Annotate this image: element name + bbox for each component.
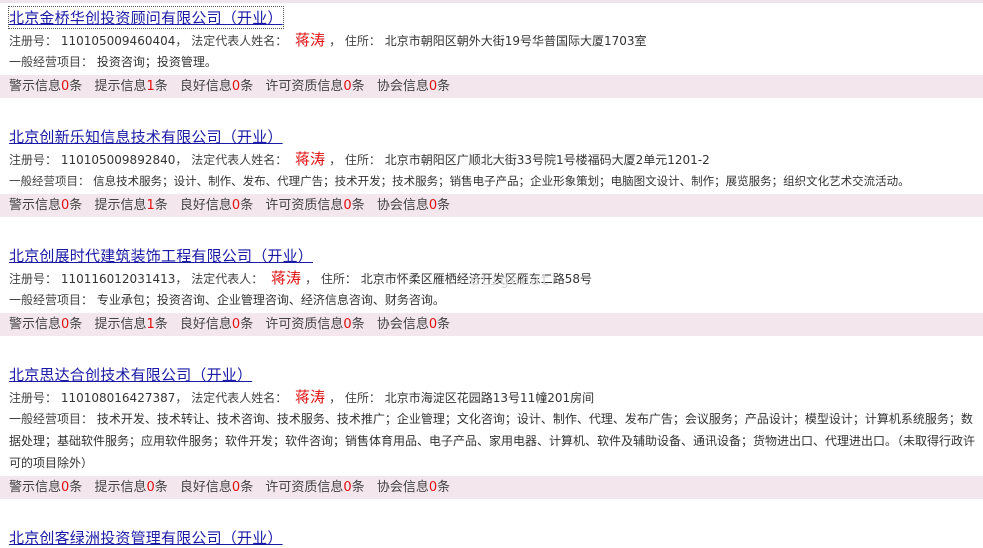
reg-no-label: 注册号： bbox=[9, 272, 58, 286]
scope-value: 投资咨询；投资管理。 bbox=[96, 55, 217, 69]
scope-value: 信息技术服务；设计、制作、发布、代理广告；技术开发；技术服务；销售电子产品；企业… bbox=[93, 174, 910, 188]
registration-line: 注册号： 110105009460404， 法定代表人姓名： 蒋涛， 住所： 北… bbox=[9, 31, 647, 49]
license-info-stat[interactable]: 许可资质信息0条 bbox=[265, 79, 364, 94]
good-info-stat[interactable]: 良好信息0条 bbox=[180, 79, 253, 94]
stats-bar: 警示信息0条 提示信息0条 良好信息0条 许可资质信息0条 协会信息0条 bbox=[0, 476, 983, 499]
top-divider bbox=[0, 0, 983, 3]
hint-info-stat[interactable]: 提示信息1条 bbox=[94, 198, 167, 213]
scope-label: 一般经营项目： bbox=[9, 55, 94, 69]
warn-info-stat[interactable]: 警示信息0条 bbox=[9, 79, 82, 94]
legal-rep-label: 法定代表人姓名： bbox=[191, 34, 288, 48]
address-label: 住所： bbox=[344, 34, 381, 48]
scope-line: 一般经营项目： 投资咨询；投资管理。 bbox=[9, 51, 975, 73]
good-info-stat[interactable]: 良好信息0条 bbox=[180, 480, 253, 495]
company-name-link[interactable]: 北京金桥华创投资顾问有限公司（开业） bbox=[8, 6, 284, 29]
scope-line: 一般经营项目： 信息技术服务；设计、制作、发布、代理广告；技术开发；技术服务；销… bbox=[9, 170, 975, 192]
reg-no-value: 110105009460404 bbox=[60, 34, 176, 48]
scope-value: 专业承包；投资咨询、企业管理咨询、经济信息咨询、财务咨询。 bbox=[96, 293, 445, 307]
scope-label: 一般经营项目： bbox=[9, 174, 90, 188]
reg-no-label: 注册号： bbox=[9, 34, 58, 48]
legal-rep-name: 蒋涛 bbox=[295, 31, 326, 49]
reg-no-label: 注册号： bbox=[9, 391, 58, 405]
legal-rep-label: 法定代表人姓名： bbox=[191, 153, 288, 167]
assoc-info-stat[interactable]: 协会信息0条 bbox=[377, 198, 450, 213]
assoc-info-stat[interactable]: 协会信息0条 bbox=[377, 79, 450, 94]
license-info-stat[interactable]: 许可资质信息0条 bbox=[265, 198, 364, 213]
address-label: 住所： bbox=[344, 391, 381, 405]
scope-label: 一般经营项目： bbox=[9, 412, 94, 426]
legal-rep-name: 蒋涛 bbox=[295, 388, 326, 406]
address-value: 北京市海淀区花园路13号11幢201房间 bbox=[384, 391, 595, 405]
legal-rep-label: 法定代表人姓名： bbox=[191, 391, 288, 405]
license-info-stat[interactable]: 许可资质信息0条 bbox=[265, 317, 364, 332]
company-name-link[interactable]: 北京创展时代建筑装饰工程有限公司（开业） bbox=[9, 245, 313, 266]
legal-rep-name: 蒋涛 bbox=[271, 269, 302, 287]
reg-no-value: 110105009892840 bbox=[60, 153, 176, 167]
company-name-link[interactable]: 北京思达合创技术有限公司（开业） bbox=[9, 364, 252, 385]
reg-no-value: 110108016427387 bbox=[60, 391, 176, 405]
registration-line: 注册号： 110105009892840， 法定代表人姓名： 蒋涛， 住所： 北… bbox=[9, 150, 710, 168]
stats-bar: 警示信息0条 提示信息1条 良好信息0条 许可资质信息0条 协会信息0条 bbox=[0, 313, 983, 336]
address-value: 北京市朝阳区广顺北大街33号院1号楼福码大厦2单元1201-2 bbox=[384, 153, 710, 167]
warn-info-stat[interactable]: 警示信息0条 bbox=[9, 480, 82, 495]
scope-line: 一般经营项目： 专业承包；投资咨询、企业管理咨询、经济信息咨询、财务咨询。 bbox=[9, 289, 975, 311]
address-label: 住所： bbox=[344, 153, 381, 167]
reg-no-label: 注册号： bbox=[9, 153, 58, 167]
scope-label: 一般经营项目： bbox=[9, 293, 94, 307]
legal-rep-name: 蒋涛 bbox=[295, 150, 326, 168]
hint-info-stat[interactable]: 提示信息1条 bbox=[94, 79, 167, 94]
scope-line: 一般经营项目： 技术开发、技术转让、技术咨询、技术服务、技术推广；企业管理；文化… bbox=[9, 408, 975, 474]
good-info-stat[interactable]: 良好信息0条 bbox=[180, 317, 253, 332]
stats-bar: 警示信息0条 提示信息1条 良好信息0条 许可资质信息0条 协会信息0条 bbox=[0, 75, 983, 98]
registration-line: 注册号： 110108016427387， 法定代表人姓名： 蒋涛， 住所： 北… bbox=[9, 388, 595, 406]
warn-info-stat[interactable]: 警示信息0条 bbox=[9, 198, 82, 213]
license-info-stat[interactable]: 许可资质信息0条 bbox=[265, 480, 364, 495]
watermark: etigerat bbox=[470, 271, 551, 289]
assoc-info-stat[interactable]: 协会信息0条 bbox=[377, 480, 450, 495]
warn-info-stat[interactable]: 警示信息0条 bbox=[9, 317, 82, 332]
legal-rep-label: 法定代表人： bbox=[191, 272, 264, 286]
hint-info-stat[interactable]: 提示信息0条 bbox=[94, 480, 167, 495]
hint-info-stat[interactable]: 提示信息1条 bbox=[94, 317, 167, 332]
good-info-stat[interactable]: 良好信息0条 bbox=[180, 198, 253, 213]
reg-no-value: 110116012031413 bbox=[60, 272, 176, 286]
address-value: 北京市朝阳区朝外大街19号华普国际大厦1703室 bbox=[384, 34, 647, 48]
assoc-info-stat[interactable]: 协会信息0条 bbox=[377, 317, 450, 332]
stats-bar: 警示信息0条 提示信息1条 良好信息0条 许可资质信息0条 协会信息0条 bbox=[0, 194, 983, 217]
address-label: 住所： bbox=[320, 272, 357, 286]
scope-value: 技术开发、技术转让、技术咨询、技术服务、技术推广；企业管理；文化咨询；设计、制作… bbox=[9, 412, 976, 470]
company-name-link[interactable]: 北京创新乐知信息技术有限公司（开业） bbox=[9, 126, 283, 147]
